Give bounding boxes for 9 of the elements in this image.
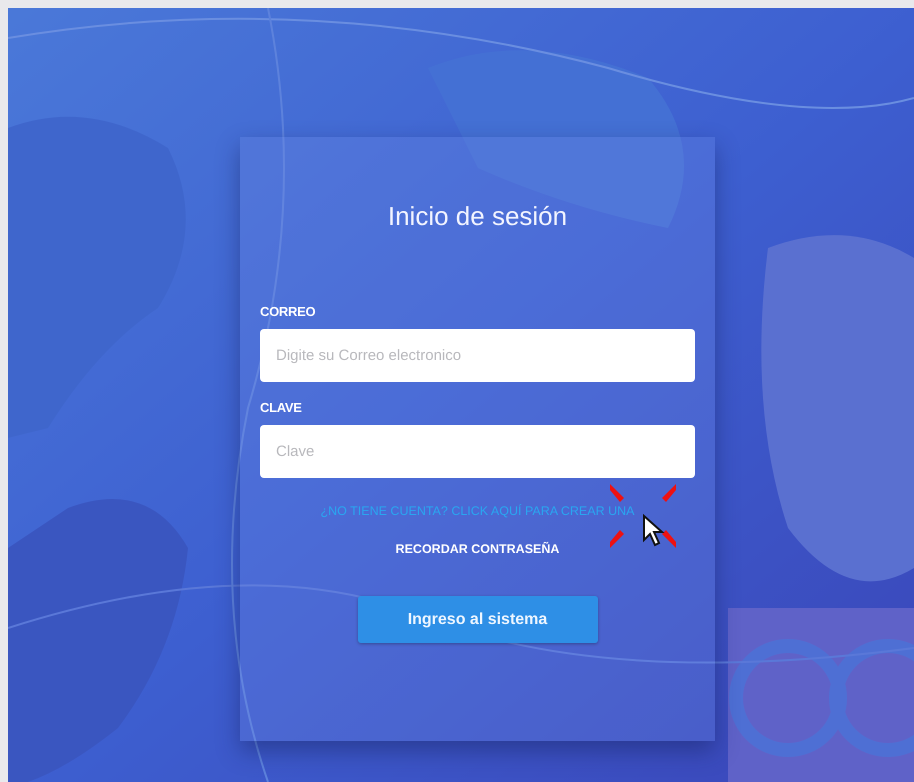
password-field[interactable]: Clave	[260, 425, 695, 478]
field-label: CLAVE	[260, 400, 302, 415]
click-cursor-drawing	[608, 482, 678, 550]
signup-link[interactable]: ¿NO TIENE CUENTA? CLICK AQUÍ PARA CREAR UNA	[320, 504, 634, 518]
forgot-password-link[interactable]: RECORDAR CONTRASEÑA	[396, 542, 560, 556]
login-title: Inicio de sesión	[386, 201, 568, 232]
login-button[interactable]: Ingreso al sistema	[358, 596, 598, 643]
field-label: CORREO	[260, 304, 316, 319]
email-field[interactable]: Digite su Correo electronico	[260, 329, 695, 382]
